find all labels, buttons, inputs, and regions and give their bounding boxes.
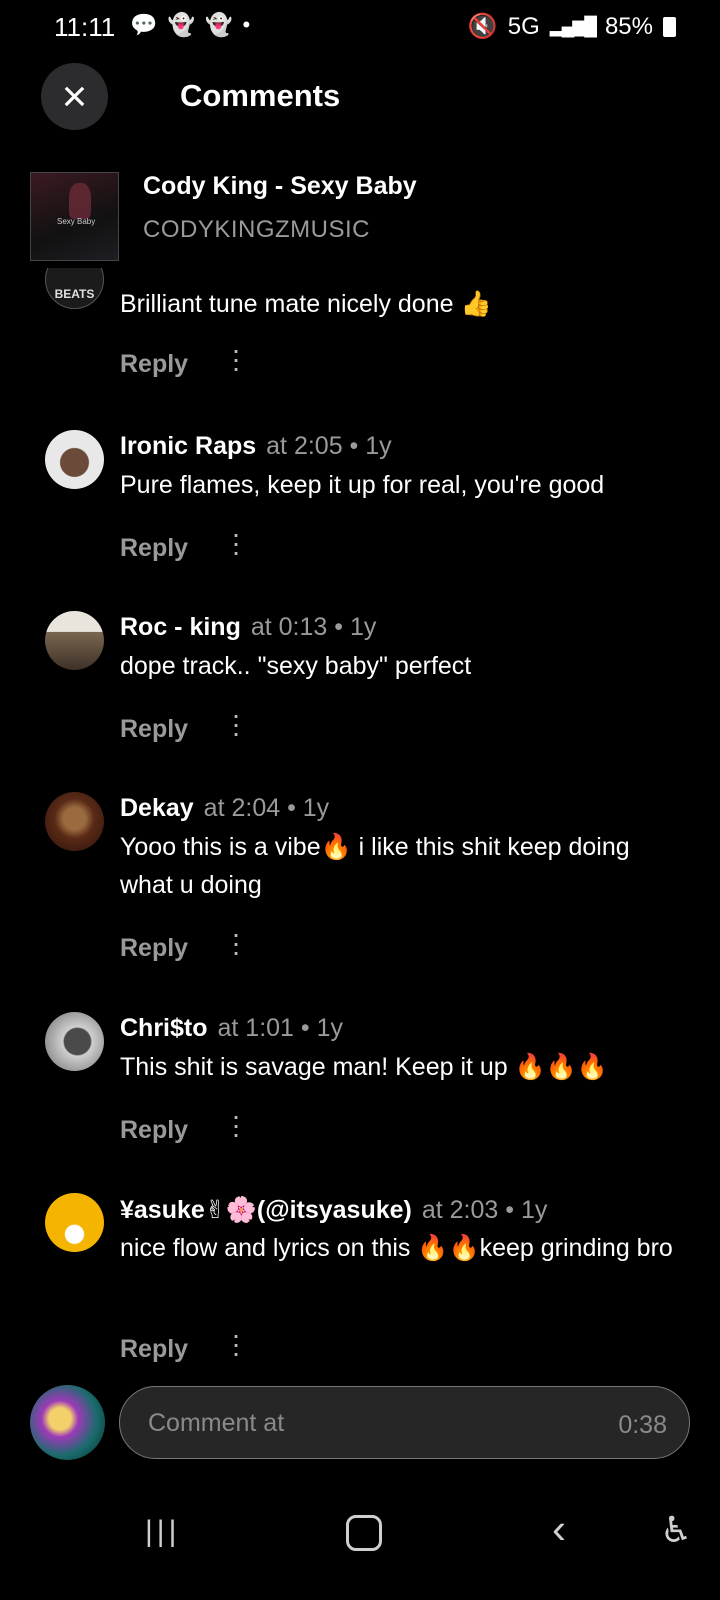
comment-username[interactable]: Chri$to <box>120 1014 208 1042</box>
accessibility-icon[interactable]: ♿ <box>660 1509 692 1551</box>
more-options-icon[interactable]: · · · <box>228 336 244 382</box>
comment-text: Pure flames, keep it up for real, you're… <box>120 471 605 499</box>
recent-apps-icon[interactable]: ||| <box>145 1515 180 1549</box>
more-options-icon[interactable]: · · · <box>228 1321 244 1367</box>
comment-text: This shit is savage man! Keep it up 🔥🔥🔥 <box>120 1053 609 1081</box>
comment-meta: Roc - king at 0:13 • 1y <box>120 613 376 642</box>
comment-text: Brilliant tune mate nicely done 👍 <box>120 290 492 318</box>
comment-username[interactable]: Ironic Raps <box>120 432 256 460</box>
comment-time[interactable]: at 1:01 • 1y <box>218 1014 344 1042</box>
comment-time[interactable]: at 2:03 • 1y <box>422 1196 548 1224</box>
track-artwork[interactable]: Sexy Baby <box>30 172 119 261</box>
back-icon[interactable]: ‹ <box>552 1505 566 1553</box>
comment-username[interactable]: ¥asuke✌🌸(@itsyasuke) <box>120 1196 412 1224</box>
comment-username[interactable]: Dekay <box>120 794 194 822</box>
avatar[interactable] <box>45 1012 104 1071</box>
comment-meta: Chri$to at 1:01 • 1y <box>120 1014 343 1043</box>
reply-button[interactable]: Reply <box>120 715 188 744</box>
system-nav-bar: ||| ‹ ♿ <box>0 1505 720 1565</box>
signal-icon: ▂▄▆█ <box>549 16 597 36</box>
status-right: 🔇 5G ▂▄▆█ 85% <box>468 12 676 41</box>
avatar[interactable] <box>45 611 104 670</box>
comment-time[interactable]: at 2:04 • 1y <box>204 794 330 822</box>
comment-input[interactable]: Comment at 0:38 <box>119 1386 690 1459</box>
artwork-figure <box>69 183 91 219</box>
comment-time[interactable]: at 2:05 • 1y <box>266 432 392 460</box>
comment-text: Yooo this is a vibe🔥 i like this shit ke… <box>120 833 630 899</box>
more-options-icon[interactable]: · · · <box>228 520 244 566</box>
reply-button[interactable]: Reply <box>120 934 188 963</box>
comment-time[interactable]: at 0:13 • 1y <box>251 613 377 641</box>
battery-percent: 85% <box>604 12 653 40</box>
reply-button[interactable]: Reply <box>120 534 188 563</box>
more-options-icon[interactable]: · · · <box>228 920 244 966</box>
comment-meta: ¥asuke✌🌸(@itsyasuke) at 2:03 • 1y <box>120 1195 547 1225</box>
page-title: Comments <box>180 78 341 113</box>
avatar[interactable] <box>45 1193 104 1252</box>
more-options-icon[interactable]: · · · <box>228 1102 244 1148</box>
track-artist[interactable]: CODYKINGZMUSIC <box>143 216 370 244</box>
reply-button[interactable]: Reply <box>120 1335 188 1364</box>
comment-text: dope track.. "sexy baby" perfect <box>120 652 472 680</box>
comment-text: nice flow and lyrics on this 🔥🔥keep grin… <box>120 1234 673 1262</box>
comments-list[interactable]: BEATS Brilliant tune mate nicely done 👍 … <box>0 268 720 1383</box>
comment-timestamp[interactable]: 0:38 <box>618 1411 667 1440</box>
reply-button[interactable]: Reply <box>120 350 188 379</box>
close-button[interactable]: × <box>41 63 108 130</box>
comment-username[interactable]: Roc - king <box>120 613 241 641</box>
artwork-text: Sexy Baby <box>57 217 96 226</box>
status-time: 11:11 <box>54 12 116 42</box>
avatar[interactable] <box>45 430 104 489</box>
mute-icon: 🔇 <box>467 13 498 40</box>
avatar[interactable]: BEATS <box>45 268 104 309</box>
home-icon[interactable] <box>346 1515 382 1551</box>
battery-icon <box>663 16 676 37</box>
track-title[interactable]: Cody King - Sexy Baby <box>143 172 417 201</box>
close-icon: × <box>61 71 88 121</box>
status-bar: 11:11 💬 👻 👻 • 🔇 5G ▂▄▆█ 85% <box>0 0 720 52</box>
comment-input-placeholder: Comment at <box>148 1409 285 1437</box>
reply-button[interactable]: Reply <box>120 1116 188 1145</box>
more-options-icon[interactable]: · · · <box>228 701 244 747</box>
avatar-text: BEATS <box>54 286 95 301</box>
network-label: 5G <box>507 12 540 40</box>
comment-meta: Dekay at 2:04 • 1y <box>120 794 329 823</box>
my-avatar[interactable] <box>30 1385 105 1460</box>
comment-meta: Ironic Raps at 2:05 • 1y <box>120 432 392 461</box>
avatar[interactable] <box>45 792 104 851</box>
notification-icons: 💬 👻 👻 • <box>130 12 253 37</box>
